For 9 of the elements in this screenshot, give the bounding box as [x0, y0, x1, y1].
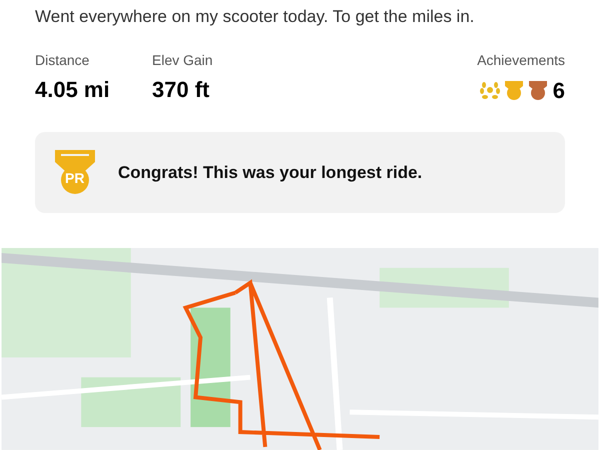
- achievements-label: Achievements: [477, 50, 565, 70]
- activity-description: Went everywhere on my scooter today. To get the miles in.: [34, 6, 476, 28]
- stat-value: 4.05 mi: [35, 76, 111, 104]
- achievement-count: 6: [552, 76, 565, 104]
- pr-message: Congrats! This was your longest ride.: [118, 162, 422, 184]
- stat-label: Distance: [35, 50, 90, 70]
- pr-label: PR: [65, 171, 84, 186]
- stat-value: 370 ft: [152, 76, 210, 104]
- stat-label: Elev Gain: [152, 50, 214, 70]
